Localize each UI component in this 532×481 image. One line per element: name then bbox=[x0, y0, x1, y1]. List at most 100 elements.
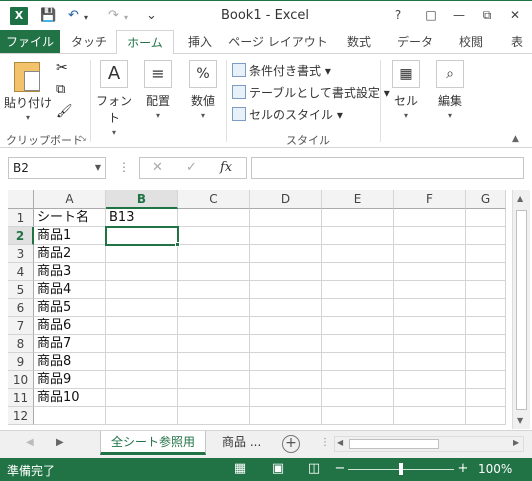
cell-e10[interactable] bbox=[322, 371, 394, 389]
cell-d4[interactable] bbox=[250, 263, 322, 281]
page-layout-view-icon[interactable]: ▣ bbox=[270, 461, 286, 477]
customize-qat-icon[interactable]: ⌄ bbox=[146, 8, 157, 23]
cell-c10[interactable] bbox=[178, 371, 250, 389]
cell-d6[interactable] bbox=[250, 299, 322, 317]
row-header-2[interactable]: 2 bbox=[8, 227, 34, 245]
cell-f12[interactable] bbox=[394, 407, 466, 425]
cell-b12[interactable] bbox=[106, 407, 178, 425]
zoom-out-button[interactable]: − bbox=[332, 461, 348, 477]
cell-styles-button[interactable]: セルのスタイル ▾ bbox=[232, 106, 343, 124]
sheet-tab-active[interactable]: 全シート参照用 bbox=[100, 431, 207, 455]
cell-c12[interactable] bbox=[178, 407, 250, 425]
add-sheet-button[interactable]: + bbox=[282, 435, 300, 453]
cell-b1[interactable]: B13 bbox=[106, 209, 178, 227]
cell-g7[interactable] bbox=[466, 317, 506, 335]
cell-a7[interactable]: 商品6 bbox=[34, 317, 106, 335]
column-header-g[interactable]: G bbox=[466, 190, 506, 209]
tab-file[interactable]: ファイル bbox=[0, 30, 60, 54]
cell-f2[interactable] bbox=[394, 227, 466, 245]
cell-e7[interactable] bbox=[322, 317, 394, 335]
cell-e2[interactable] bbox=[322, 227, 394, 245]
cell-b11[interactable] bbox=[106, 389, 178, 407]
cell-b3[interactable] bbox=[106, 245, 178, 263]
format-painter-icon[interactable]: 🖌 bbox=[56, 104, 73, 119]
cancel-icon[interactable]: ✕ bbox=[152, 160, 163, 175]
cell-a5[interactable]: 商品4 bbox=[34, 281, 106, 299]
row-header-8[interactable]: 8 bbox=[8, 335, 34, 353]
cell-a2[interactable]: 商品1 bbox=[34, 227, 106, 245]
tab-review[interactable]: 校閲 bbox=[448, 30, 494, 54]
restore-button[interactable]: ⧉ bbox=[476, 6, 498, 24]
cell-g12[interactable] bbox=[466, 407, 506, 425]
cell-f9[interactable] bbox=[394, 353, 466, 371]
cell-g4[interactable] bbox=[466, 263, 506, 281]
cell-b10[interactable] bbox=[106, 371, 178, 389]
cut-icon[interactable]: ✂ bbox=[56, 60, 68, 76]
cell-e3[interactable] bbox=[322, 245, 394, 263]
cell-c4[interactable] bbox=[178, 263, 250, 281]
insert-function-icon[interactable]: fx bbox=[220, 160, 232, 175]
row-header-12[interactable]: 12 bbox=[8, 407, 34, 425]
cell-f7[interactable] bbox=[394, 317, 466, 335]
cell-c8[interactable] bbox=[178, 335, 250, 353]
page-break-view-icon[interactable]: ◫ bbox=[306, 461, 322, 477]
zoom-in-button[interactable]: + bbox=[455, 461, 471, 477]
cell-e12[interactable] bbox=[322, 407, 394, 425]
cell-f5[interactable] bbox=[394, 281, 466, 299]
cell-b5[interactable] bbox=[106, 281, 178, 299]
cell-b8[interactable] bbox=[106, 335, 178, 353]
vertical-scrollbar[interactable]: ▲ ▼ bbox=[512, 190, 530, 429]
cell-d2[interactable] bbox=[250, 227, 322, 245]
cell-g3[interactable] bbox=[466, 245, 506, 263]
tab-insert[interactable]: 挿入 bbox=[180, 30, 220, 54]
cell-a6[interactable]: 商品5 bbox=[34, 299, 106, 317]
name-box[interactable]: B2 ▼ bbox=[8, 157, 106, 179]
format-as-table-button[interactable]: テーブルとして書式設定 ▾ bbox=[232, 84, 390, 102]
zoom-level[interactable]: 100% bbox=[478, 462, 512, 476]
row-header-10[interactable]: 10 bbox=[8, 371, 34, 389]
alignment-button[interactable]: ≡ 配置 ▾ bbox=[138, 60, 178, 120]
tab-home[interactable]: ホーム bbox=[116, 30, 174, 54]
cell-f10[interactable] bbox=[394, 371, 466, 389]
normal-view-icon[interactable]: ▦ bbox=[232, 461, 248, 477]
cell-g10[interactable] bbox=[466, 371, 506, 389]
cell-a9[interactable]: 商品8 bbox=[34, 353, 106, 371]
close-button[interactable]: ✕ bbox=[504, 6, 526, 24]
fill-handle[interactable] bbox=[175, 242, 180, 247]
cell-d7[interactable] bbox=[250, 317, 322, 335]
cell-c6[interactable] bbox=[178, 299, 250, 317]
collapse-ribbon-icon[interactable]: ▲ bbox=[512, 134, 519, 144]
cell-e11[interactable] bbox=[322, 389, 394, 407]
cell-g8[interactable] bbox=[466, 335, 506, 353]
save-icon[interactable]: 💾 bbox=[40, 8, 56, 23]
cell-c2[interactable] bbox=[178, 227, 250, 245]
horizontal-scroll-thumb[interactable] bbox=[349, 439, 439, 449]
row-header-1[interactable]: 1 bbox=[8, 209, 34, 227]
help-button[interactable]: ? bbox=[387, 6, 409, 24]
column-header-d[interactable]: D bbox=[250, 190, 322, 209]
chevron-down-icon[interactable]: ▼ bbox=[95, 158, 101, 178]
scroll-up-icon[interactable]: ▲ bbox=[517, 194, 523, 203]
cell-d10[interactable] bbox=[250, 371, 322, 389]
minimize-button[interactable]: — bbox=[448, 6, 470, 24]
cell-c11[interactable] bbox=[178, 389, 250, 407]
cell-f3[interactable] bbox=[394, 245, 466, 263]
cell-e5[interactable] bbox=[322, 281, 394, 299]
cell-b4[interactable] bbox=[106, 263, 178, 281]
paste-button[interactable]: 貼り付け ▾ bbox=[4, 94, 52, 122]
cell-c7[interactable] bbox=[178, 317, 250, 335]
cell-f6[interactable] bbox=[394, 299, 466, 317]
column-header-e[interactable]: E bbox=[322, 190, 394, 209]
cell-a12[interactable] bbox=[34, 407, 106, 425]
cell-f1[interactable] bbox=[394, 209, 466, 227]
row-header-7[interactable]: 7 bbox=[8, 317, 34, 335]
row-header-6[interactable]: 6 bbox=[8, 299, 34, 317]
cell-g11[interactable] bbox=[466, 389, 506, 407]
formula-input[interactable] bbox=[251, 157, 524, 179]
ribbon-display-button[interactable]: □ bbox=[420, 6, 442, 24]
font-button[interactable]: A フォント ▾ bbox=[94, 60, 134, 137]
scroll-down-icon[interactable]: ▼ bbox=[517, 416, 523, 425]
cell-a3[interactable]: 商品2 bbox=[34, 245, 106, 263]
cell-g5[interactable] bbox=[466, 281, 506, 299]
cell-b6[interactable] bbox=[106, 299, 178, 317]
